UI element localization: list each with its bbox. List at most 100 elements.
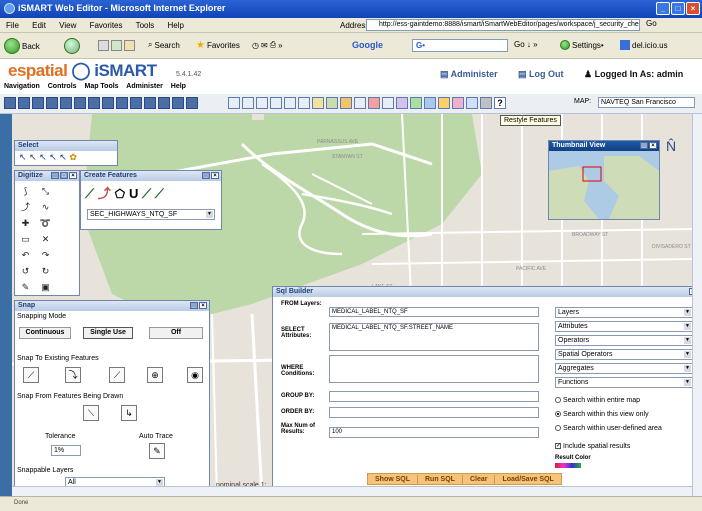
add-vertex-icon[interactable]: ✚ (19, 217, 32, 230)
select-all-icon[interactable]: ✿ (69, 152, 77, 162)
spatial-operators-dropdown[interactable]: Spatial Operators ▼ (555, 349, 693, 360)
zoom-in-icon[interactable] (4, 97, 16, 109)
forward-icon[interactable] (64, 38, 80, 54)
draw-polyline-icon[interactable]: ⤴ (19, 201, 32, 214)
help-icon[interactable]: ? (494, 97, 506, 109)
close-icon[interactable]: × (211, 172, 219, 179)
radio-entire-map[interactable]: Search within entire map (555, 397, 640, 404)
functions-dropdown[interactable]: Functions ▼ (555, 377, 693, 388)
bulb-icon[interactable] (340, 97, 352, 109)
create-curve-icon[interactable]: ⟋ (142, 186, 151, 201)
orderby-input[interactable] (329, 407, 539, 418)
back-label[interactable]: Back (22, 42, 40, 51)
edit-tool-icon[interactable] (270, 97, 282, 109)
rotate-left-icon[interactable]: ↺ (19, 265, 32, 278)
select-line-icon[interactable]: ↖ (59, 152, 67, 162)
create-line-icon[interactable]: ⟋ (85, 186, 94, 201)
print-map-icon[interactable] (186, 97, 198, 109)
map-selector[interactable]: NAVTEQ San Francisco (598, 97, 695, 108)
search-label[interactable]: Search (154, 41, 179, 50)
maximize-icon[interactable]: □ (60, 172, 68, 179)
address-bar[interactable]: http://ess-gaintdemo:8888/ismart/iSmartW… (366, 19, 640, 31)
layers-icon[interactable] (144, 97, 156, 109)
select-rect-icon[interactable]: ↖ (29, 152, 37, 162)
draw-point-icon[interactable]: ⟆ (19, 185, 32, 198)
map-horizontal-scrollbar[interactable] (12, 486, 692, 496)
app-menu-controls[interactable]: Controls (48, 83, 77, 90)
snap-line-icon[interactable]: ⟋ (109, 367, 125, 383)
mail-icon[interactable]: ✉ (261, 41, 268, 50)
pencil-tool-icon[interactable] (326, 97, 338, 109)
menu-file[interactable]: File (6, 21, 19, 30)
edit-icon[interactable]: ✎ (19, 281, 32, 294)
draw-line-icon[interactable]: ⤡ (39, 185, 52, 198)
attribute-icon[interactable] (382, 97, 394, 109)
delicious-label[interactable]: del.icio.us (632, 41, 668, 50)
merge-tool-icon[interactable] (298, 97, 310, 109)
minimize-icon[interactable]: _ (51, 172, 59, 179)
app-menu-navigation[interactable]: Navigation (4, 83, 40, 90)
redo-icon[interactable]: ↷ (39, 249, 52, 262)
google-search-box[interactable]: G• (412, 39, 508, 52)
prev-extent-icon[interactable] (60, 97, 72, 109)
close-icon[interactable]: × (69, 172, 77, 179)
select-tool-icon[interactable] (228, 97, 240, 109)
digitize-tool-icon[interactable] (242, 97, 254, 109)
restyle-features-icon[interactable] (452, 97, 464, 109)
groupby-input[interactable] (329, 391, 539, 402)
save-icon[interactable]: ▣ (39, 281, 52, 294)
radio-user-area[interactable]: Search within user-defined area (555, 425, 662, 432)
favorites-star-icon[interactable]: ★ (196, 40, 205, 51)
snap-drawn-vertex-icon[interactable]: ↳ (121, 405, 137, 421)
tolerance-input[interactable]: 1% (51, 445, 81, 456)
select-circle-icon[interactable]: ↖ (49, 152, 57, 162)
minimize-icon[interactable]: _ (640, 142, 648, 149)
result-color-swatch[interactable] (555, 463, 581, 468)
refresh-icon[interactable] (111, 40, 122, 51)
from-input[interactable]: MEDICAL_LABEL_NTQ_SF (329, 307, 539, 317)
eraser-icon[interactable] (368, 97, 380, 109)
logout-link[interactable]: ▤ Log Out (518, 69, 564, 80)
print-icon[interactable]: ⎙ (270, 40, 276, 50)
tree-icon[interactable] (410, 97, 422, 109)
where-input[interactable] (329, 355, 539, 383)
create-u-icon[interactable]: U (129, 186, 138, 201)
delete-vertex-icon[interactable]: ✕ (39, 233, 52, 246)
create-polyline-icon[interactable]: ⤴ (98, 186, 111, 201)
report-icon[interactable] (424, 97, 436, 109)
legend-icon[interactable] (158, 97, 170, 109)
attributes-dropdown[interactable]: Attributes ▼ (555, 321, 693, 332)
aggregates-dropdown[interactable]: Aggregates ▼ (555, 363, 693, 374)
full-extent-icon[interactable] (46, 97, 58, 109)
maxnum-input[interactable]: 100 (329, 427, 539, 438)
stop-icon[interactable] (98, 40, 109, 51)
home-icon[interactable] (124, 40, 135, 51)
menu-edit[interactable]: Edit (32, 21, 46, 30)
grid-icon[interactable] (116, 97, 128, 109)
snap-point-icon[interactable]: ◉ (187, 367, 203, 383)
radio-this-view[interactable]: Search within this view only (555, 411, 649, 418)
minimize-icon[interactable]: _ (190, 302, 198, 309)
single-use-button[interactable]: Single Use (83, 327, 133, 339)
run-sql-button[interactable]: Run SQL (418, 475, 463, 485)
map-vertical-scrollbar[interactable] (692, 114, 702, 496)
administer-link[interactable]: ▤ Administer (440, 69, 498, 80)
include-spatial-checkbox[interactable]: ✓ Include spatial results (555, 443, 630, 450)
close-icon[interactable]: × (199, 302, 207, 309)
rectangle-icon[interactable]: ▭ (19, 233, 32, 246)
select-poly-icon[interactable]: ↖ (39, 152, 47, 162)
history-icon[interactable]: ◷ (252, 41, 259, 50)
snap-center-icon[interactable]: ⊕ (147, 367, 163, 383)
snap-vertex-icon[interactable]: ⟋ (23, 367, 39, 383)
thumbnail-map[interactable] (549, 151, 659, 219)
clear-button[interactable]: Clear (463, 475, 496, 485)
style-tool-icon[interactable] (312, 97, 324, 109)
app-menu-map-tools[interactable]: Map Tools (84, 83, 118, 90)
autotrace-icon[interactable]: ✎ (149, 443, 165, 459)
minimize-icon[interactable]: _ (202, 172, 210, 179)
chart-icon[interactable] (438, 97, 450, 109)
settings-label[interactable]: Settings• (572, 41, 604, 50)
off-button[interactable]: Off (149, 327, 203, 339)
split-tool-icon[interactable] (284, 97, 296, 109)
layers-dropdown[interactable]: Layers ▼ (555, 307, 693, 318)
